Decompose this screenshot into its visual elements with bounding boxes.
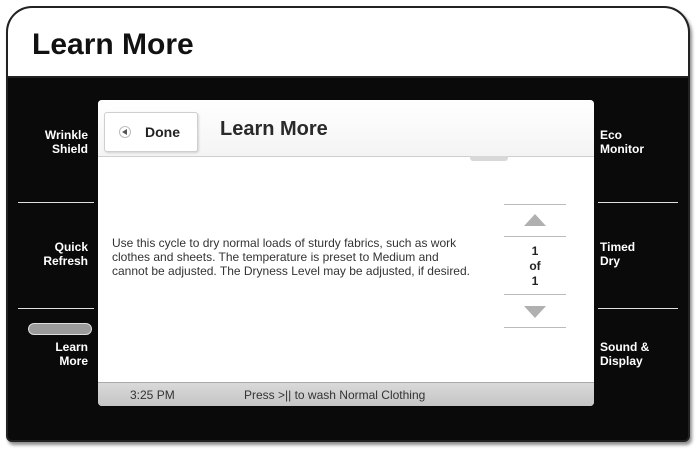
menu-item-wrinkle-shield[interactable]: Wrinkle Shield [18, 128, 88, 156]
menu-item-learn-more[interactable]: Learn More [18, 340, 88, 368]
right-divider-1 [598, 202, 678, 203]
menu-item-timed-dry[interactable]: Timed Dry [600, 240, 680, 268]
pager-top-line [504, 204, 566, 205]
back-arrow-icon [119, 126, 131, 138]
header-tab-decoration [470, 156, 508, 161]
page-of-label: of [529, 259, 541, 273]
scroll-down-arrow-icon[interactable] [524, 306, 546, 318]
page-scroller: 1 of 1 [504, 204, 566, 328]
learn-more-dialog: Done Learn More Use this cycle to dry no… [98, 100, 594, 406]
scroll-up-arrow-icon[interactable] [524, 214, 546, 226]
menu-item-quick-refresh[interactable]: Quick Refresh [18, 240, 88, 268]
done-button[interactable]: Done [104, 112, 198, 152]
title-bar: Learn More [8, 8, 688, 78]
pager-line-3 [504, 294, 566, 295]
status-bar: 3:25 PM Press >|| to wash Normal Clothin… [98, 382, 594, 406]
cycle-description: Use this cycle to dry normal loads of st… [112, 236, 470, 278]
page-title: Learn More [32, 28, 194, 61]
dialog-header: Done Learn More [98, 100, 594, 157]
status-message: Press >|| to wash Normal Clothing [244, 388, 426, 402]
total-pages: 1 [531, 274, 539, 288]
pager-bottom-line [504, 327, 566, 328]
selected-indicator [28, 323, 92, 335]
appliance-screen: Learn More Wrinkle Shield Quick Refresh … [6, 6, 690, 442]
menu-item-eco-monitor[interactable]: Eco Monitor [600, 128, 680, 156]
menu-item-sound-display[interactable]: Sound & Display [600, 340, 680, 368]
clock-time: 3:25 PM [130, 388, 175, 402]
right-divider-2 [598, 308, 678, 309]
done-button-label: Done [145, 124, 180, 140]
current-page: 1 [531, 244, 539, 258]
dialog-title: Learn More [220, 118, 328, 140]
pager-line-2 [504, 236, 566, 237]
left-divider-1 [18, 202, 94, 203]
left-divider-2 [18, 308, 94, 309]
